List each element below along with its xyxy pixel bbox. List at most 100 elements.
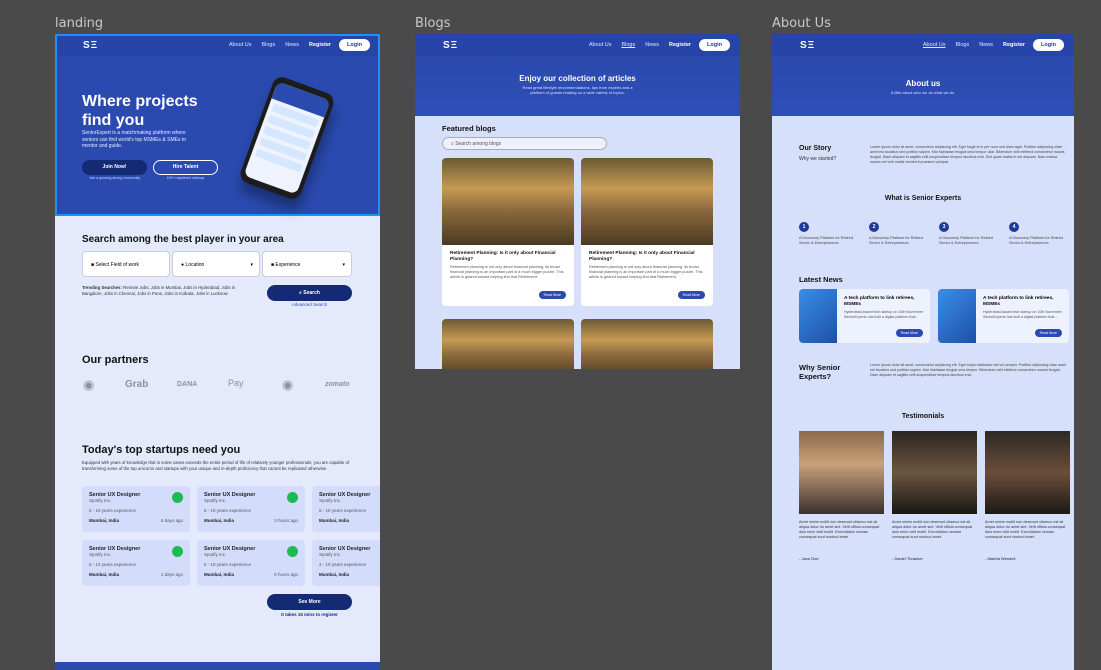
news-title: Latest News xyxy=(799,275,843,284)
step-text: A Discovery Platform for Retired Senior … xyxy=(1009,236,1064,245)
field-select-label: Select Field of work xyxy=(95,262,140,268)
spotify-icon xyxy=(172,546,183,557)
job-time: 6 days ago xyxy=(160,518,183,523)
about-hero-sub: A little about who we do what we do. xyxy=(890,90,956,95)
landing-frame[interactable]: SΞ About Us Blogs News Register Login Wh… xyxy=(55,34,380,670)
job-location: Mumbai, India xyxy=(204,572,235,577)
step-number: 4 xyxy=(1009,222,1019,232)
news-card[interactable]: A tech platform to link retirees, MSMEs … xyxy=(799,289,930,343)
featured-blogs-title: Featured blogs xyxy=(442,124,496,133)
logo[interactable]: SΞ xyxy=(800,40,913,51)
blog-title: Retirement Planning: Is it only about Fi… xyxy=(450,251,556,262)
what-step: 1 A Discovery Platform for Retired Senio… xyxy=(799,222,857,246)
frame-label-landing[interactable]: landing xyxy=(55,16,103,31)
nav-news[interactable]: News xyxy=(645,42,659,48)
job-time: 6 hours ago xyxy=(274,572,298,577)
news-desc: Hyderabad-based tech startup on 10th Nov… xyxy=(844,310,923,319)
job-card[interactable]: Senior UX Designer Spotify Inc. 5 - 10 y… xyxy=(82,486,190,532)
blog-card-partial[interactable] xyxy=(442,319,574,369)
testimonial-text: Amet minim mollit non deserunt ullamco e… xyxy=(985,520,1066,539)
blog-card[interactable]: Retirement Planning: Is it only about Fi… xyxy=(442,158,574,306)
spotify-icon xyxy=(172,492,183,503)
nav-blogs[interactable]: Blogs xyxy=(955,42,969,48)
nav-blogs[interactable]: Blogs xyxy=(621,42,635,48)
blog-title: Retirement Planning: Is it only about Fi… xyxy=(589,251,695,262)
frame-label-blogs[interactable]: Blogs xyxy=(415,16,451,31)
testimonial-text: Amet minim mollit non deserunt ullamco e… xyxy=(799,520,880,539)
testimonials-title: Testimonials xyxy=(901,413,945,420)
news-read-button[interactable]: Read More xyxy=(1034,329,1062,337)
news-title: A tech platform to link retirees, MSMEs xyxy=(983,296,1054,307)
chevron-down-icon: ▾ xyxy=(342,262,345,268)
job-experience: 5 - 10 years experience xyxy=(319,508,367,513)
search-button[interactable]: ⌕ Search xyxy=(267,285,352,301)
testimonial-author: - Martha Wendell xyxy=(985,556,1016,561)
news-card[interactable]: A tech platform to link retirees, MSMEs … xyxy=(938,289,1069,343)
why-title-line2: Experts? xyxy=(799,372,832,381)
nav-register[interactable]: Register xyxy=(1003,42,1025,48)
search-title: Search among the best player in your are… xyxy=(82,234,284,245)
why-title: Why Senior Experts? xyxy=(799,363,840,381)
location-label: Location xyxy=(185,262,205,268)
about-frame[interactable]: SΞ About Us Blogs News Register Login Ab… xyxy=(772,34,1074,670)
selection-outline xyxy=(55,34,380,216)
job-card[interactable]: Senior UX Designer Spotify Inc. 5 - 10 y… xyxy=(82,540,190,586)
news-image xyxy=(799,289,837,343)
blog-excerpt: Retirement planning is not only about fi… xyxy=(450,265,564,279)
step-text: A Discovery Platform for Retired Senior … xyxy=(799,236,854,245)
job-card[interactable]: Senior UX Designer Spotify Inc. 5 - 10 y… xyxy=(197,486,305,532)
job-company: Spotify Inc. xyxy=(89,498,112,503)
news-read-button[interactable]: Read More xyxy=(895,329,923,337)
job-experience: 5 - 10 years experience xyxy=(89,562,137,567)
trending-label: Trending Searches: xyxy=(82,285,122,290)
job-company: Spotify Inc. xyxy=(89,552,112,557)
partner-logo-5: ◉ xyxy=(282,377,294,392)
nav-about[interactable]: About Us xyxy=(589,42,612,48)
nav-register[interactable]: Register xyxy=(669,42,691,48)
location-select[interactable]: ● Location ▾ xyxy=(172,251,260,277)
what-step: 3 A Discovery Platform for Retired Senio… xyxy=(939,222,997,246)
blog-search-placeholder: Search among blogs xyxy=(455,141,502,147)
frame-label-about[interactable]: About Us xyxy=(772,16,831,31)
partner-zomato: zomato xyxy=(325,381,350,388)
blogs-hero-sub: Read great lifestyle recommendations, ti… xyxy=(522,85,633,95)
job-experience: 2 - 10 years experience xyxy=(319,562,367,567)
job-card[interactable]: Senior UX Designer Spotify Inc. 2 - 10 y… xyxy=(312,540,380,586)
testimonial-photo xyxy=(892,431,977,514)
testimonial-photo xyxy=(799,431,884,514)
nav-about[interactable]: About Us xyxy=(923,42,946,48)
login-button[interactable]: Login xyxy=(1033,39,1064,51)
step-text: A Discovery Platform for Retired Senior … xyxy=(869,236,924,245)
partner-logo-1: ◉ xyxy=(83,377,95,392)
search-button-label: Search xyxy=(303,290,320,296)
blog-image xyxy=(581,158,713,245)
job-location: Mumbai, India xyxy=(89,518,120,523)
experience-label: Experience xyxy=(275,262,301,268)
step-number: 3 xyxy=(939,222,949,232)
see-more-button[interactable]: See More xyxy=(267,594,352,610)
spotify-icon xyxy=(287,492,298,503)
startups-title: Today's top startups need you xyxy=(82,444,241,456)
read-more-button[interactable]: Read More xyxy=(677,291,705,299)
read-more-button[interactable]: Read More xyxy=(538,291,566,299)
job-card[interactable]: Senior UX Designer Spotify Inc. 5 - 10 y… xyxy=(312,486,380,532)
job-location: Mumbai, India xyxy=(319,518,350,523)
job-card[interactable]: Senior UX Designer Spotify Inc. 5 - 10 y… xyxy=(197,540,305,586)
login-button[interactable]: Login xyxy=(699,39,730,51)
experience-select[interactable]: ■ Experience ▾ xyxy=(262,251,352,277)
blogs-frame[interactable]: SΞ About Us Blogs News Register Login En… xyxy=(415,34,740,369)
logo[interactable]: SΞ xyxy=(443,40,579,51)
spotify-icon xyxy=(287,546,298,557)
step-number: 1 xyxy=(799,222,809,232)
blog-search-input[interactable]: ⌕ Search among blogs xyxy=(442,137,607,150)
chevron-down-icon: ▾ xyxy=(250,262,253,268)
field-select[interactable]: ■ Select Field of work xyxy=(82,251,170,277)
blog-card[interactable]: Retirement Planning: Is it only about Fi… xyxy=(581,158,713,306)
nav-news[interactable]: News xyxy=(979,42,993,48)
story-title: Our Story xyxy=(799,145,832,152)
blog-card-partial[interactable] xyxy=(581,319,713,369)
advanced-search-link[interactable]: Advanced Search xyxy=(267,302,352,307)
why-title-line1: Why Senior xyxy=(799,363,841,372)
step-text: A Discovery Platform for Retired Senior … xyxy=(939,236,994,245)
partner-pay: Pay xyxy=(228,378,244,388)
